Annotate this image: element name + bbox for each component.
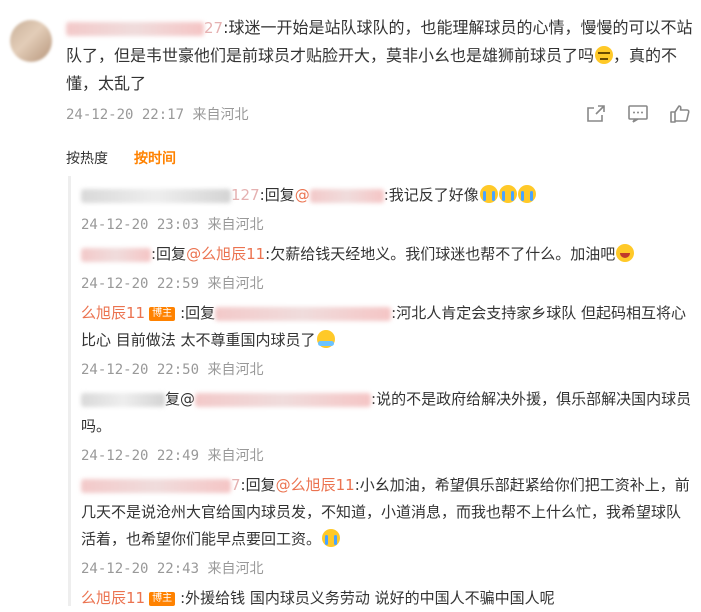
reply-meta: 24-12-20 22:49 来自河北: [81, 444, 692, 468]
blogger-badge: 博主: [149, 592, 176, 606]
reply-item: 复@:说的不是政府给解决外援，俱乐部解决国内球员吗。 24-12-20 22:4…: [81, 386, 692, 468]
username-blurred[interactable]: [81, 188, 231, 203]
reply-location: 来自河北: [207, 217, 264, 233]
reply-target-blurred[interactable]: [309, 188, 384, 203]
reply-target[interactable]: @么旭辰11: [186, 245, 265, 263]
reply-word: :回复: [180, 304, 216, 322]
reply-meta: 24-12-20 22:43 来自河北: [81, 557, 692, 581]
cry-emoji-icon: [517, 185, 536, 203]
comment-icon[interactable]: [627, 104, 649, 124]
reply-meta: 24-12-20 22:59 来自河北: [81, 272, 692, 296]
laugh-emoji-icon: [616, 244, 635, 262]
reply-item: 7:回复@么旭辰11:小幺加油，希望俱乐部赶紧给你们把工资补上，前几天不是说沧州…: [81, 472, 692, 581]
reply-meta: 24-12-20 23:03 来自河北: [81, 213, 692, 237]
reply-item: :回复@么旭辰11:欠薪给钱天经地义。我们球迷也帮不了什么。加油吧 24-12-…: [81, 241, 692, 296]
reply-list: 127:回复@:我记反了好像 24-12-20 23:03 来自河北 :回复@么…: [68, 176, 692, 607]
reply-timestamp: 24-12-20 22:43: [81, 561, 200, 577]
username-blurred[interactable]: [81, 247, 151, 262]
reply-text: 7:回复@么旭辰11:小幺加油，希望俱乐部赶紧给你们把工资补上，前几天不是说沧州…: [81, 472, 692, 553]
cry-emoji-icon: [498, 185, 517, 203]
reply-location: 来自河北: [207, 276, 264, 292]
cry-emoji-icon: [322, 529, 341, 547]
username-blurred[interactable]: [81, 478, 231, 493]
comment-meta: 24-12-20 22:17 来自河北: [66, 104, 248, 124]
reply-target-prefix[interactable]: @: [295, 186, 310, 204]
reply-item: 127:回复@ :我记反了好像 24-12-20 23:03 来自河北: [81, 182, 692, 237]
reply-timestamp: 24-12-20 22:59: [81, 276, 200, 292]
comment-actions: [585, 104, 691, 124]
reply-word: :回复: [240, 476, 276, 494]
like-icon[interactable]: [669, 104, 691, 124]
reply-word: :回复: [151, 245, 187, 263]
reply-body: :我记反了好像: [383, 186, 479, 204]
reply-timestamp: 24-12-20 23:03: [81, 217, 200, 233]
username-blurred[interactable]: [66, 21, 204, 36]
username-suffix[interactable]: 27: [204, 19, 223, 37]
reply-text: 么旭辰11 博主:回复:河北人肯定会支持家乡球队 但起码相互将心比心 目前做法 太…: [81, 300, 692, 354]
reply-meta: 24-12-20 22:50 来自河北: [81, 358, 692, 382]
hug-emoji-icon: [316, 330, 335, 348]
reply-word: 复@: [165, 390, 196, 408]
share-icon[interactable]: [585, 104, 607, 124]
reply-text: :回复@么旭辰11:欠薪给钱天经地义。我们球迷也帮不了什么。加油吧: [81, 241, 692, 268]
comment-timestamp: 24-12-20 22:17: [66, 107, 185, 123]
reply-item: 么旭辰11 博主:回复:河北人肯定会支持家乡球队 但起码相互将心比心 目前做法 太…: [81, 300, 692, 382]
sort-by-time-tab[interactable]: 按时间: [134, 148, 176, 168]
reply-text: 127:回复@ :我记反了好像: [81, 182, 692, 209]
reply-username[interactable]: 么旭辰11: [81, 589, 145, 607]
reply-target-blurred[interactable]: [215, 306, 392, 321]
reply-username[interactable]: 么旭辰11: [81, 304, 145, 322]
reply-body: :欠薪给钱天经地义。我们球迷也帮不了什么。加油吧: [265, 245, 616, 263]
blogger-badge: 博主: [149, 307, 176, 321]
reply-timestamp: 24-12-20 22:50: [81, 362, 200, 378]
reply-word: :回复: [259, 186, 295, 204]
comment-location: 来自河北: [192, 107, 249, 123]
avatar[interactable]: [10, 20, 52, 62]
cry-emoji-icon: [479, 185, 498, 203]
reply-timestamp: 24-12-20 22:49: [81, 448, 200, 464]
username-blurred[interactable]: [81, 392, 165, 407]
reply-target-blurred[interactable]: [195, 392, 372, 407]
sort-by-hot-tab[interactable]: 按热度: [66, 148, 108, 168]
reply-target[interactable]: @么旭辰11: [276, 476, 355, 494]
reply-location: 来自河北: [207, 561, 264, 577]
sort-tabs: 按热度 按时间: [66, 148, 176, 168]
reply-text: 复@:说的不是政府给解决外援，俱乐部解决国内球员吗。: [81, 386, 692, 440]
reply-location: 来自河北: [207, 362, 264, 378]
reply-text: 么旭辰11 博主 :外援给钱 国内球员义务劳动 说好的中国人不骗中国人呢: [81, 585, 692, 612]
username-suffix[interactable]: 7: [231, 476, 241, 494]
smirk-emoji-icon: [595, 46, 614, 64]
username-suffix[interactable]: 127: [231, 186, 260, 204]
reply-item: 么旭辰11 博主 :外援给钱 国内球员义务劳动 说好的中国人不骗中国人呢: [81, 585, 692, 612]
reply-location: 来自河北: [207, 448, 264, 464]
reply-body: :外援给钱 国内球员义务劳动 说好的中国人不骗中国人呢: [180, 589, 555, 607]
main-comment-text: 27:球迷一开始是站队球队的，也能理解球员的心情，慢慢的可以不站队了，但是韦世豪…: [66, 14, 696, 98]
